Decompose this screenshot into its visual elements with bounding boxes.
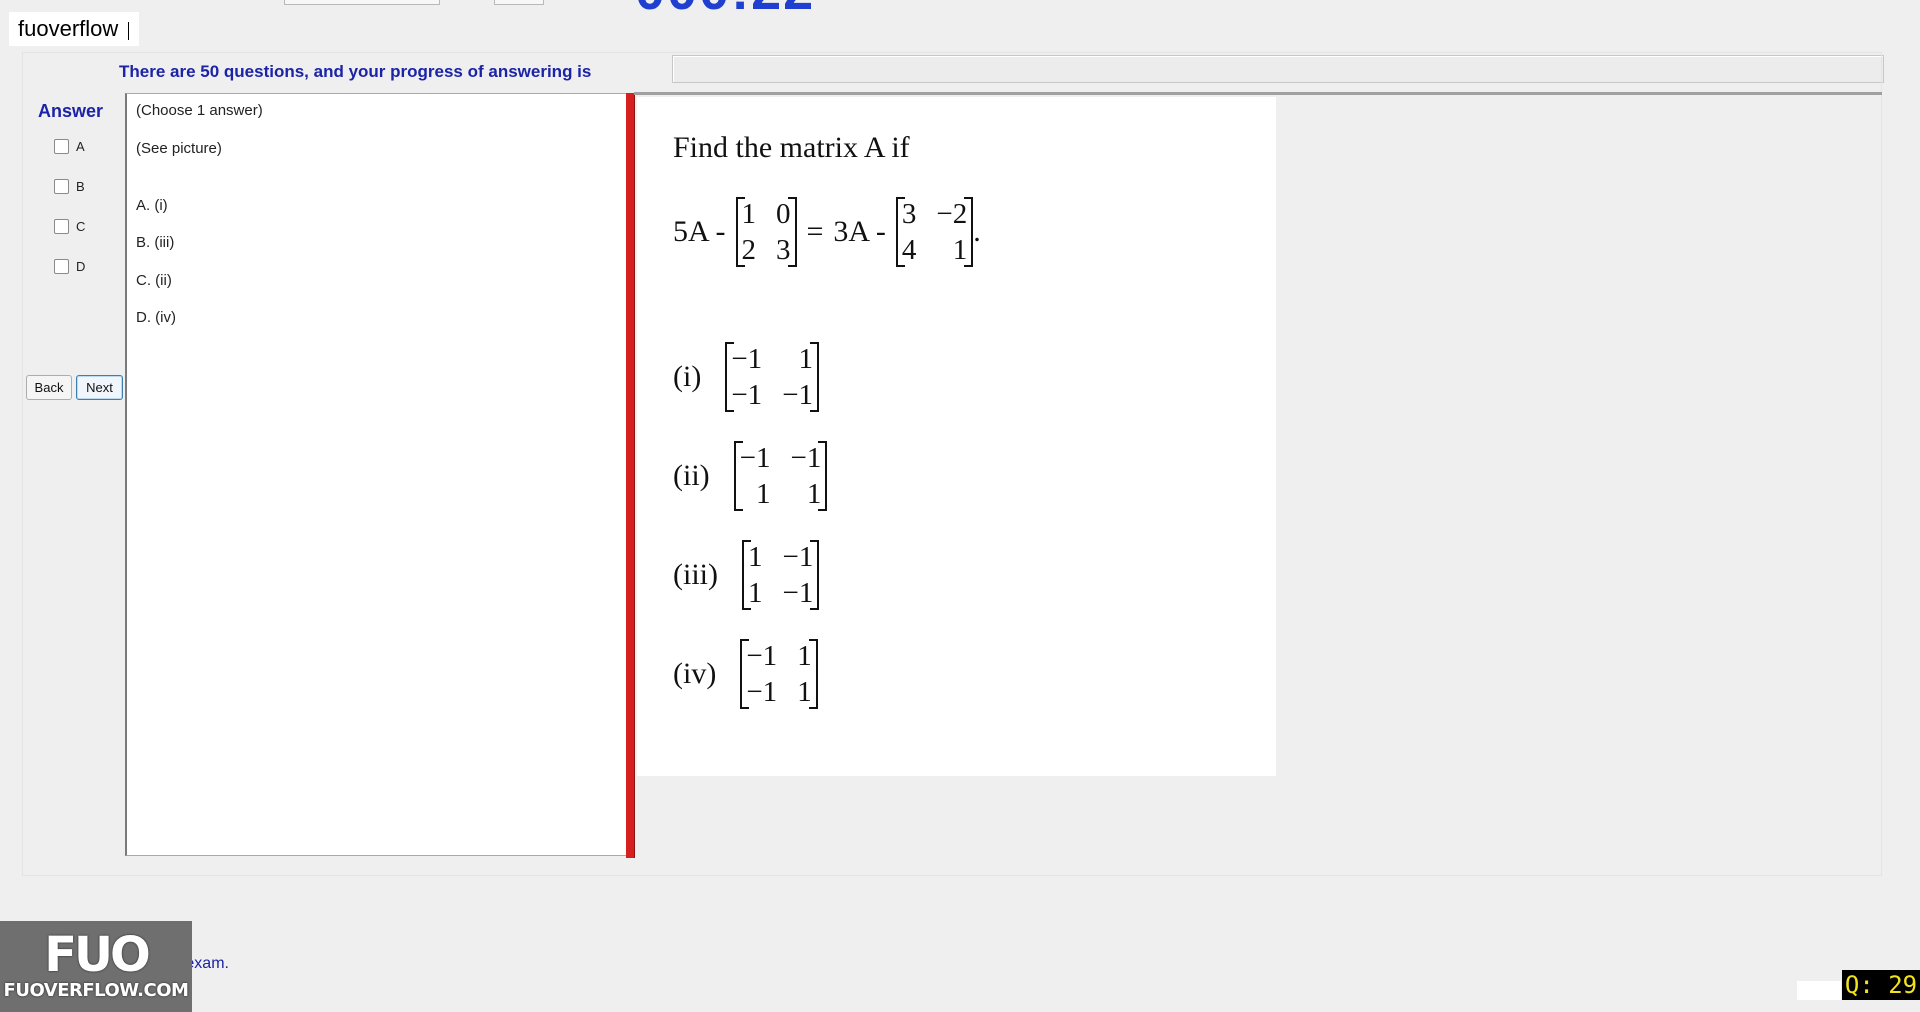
answer-option-c[interactable]: C — [54, 218, 85, 238]
panel-splitter[interactable] — [626, 93, 635, 858]
fuo-logo: FUO FUOVERFLOW.COM — [0, 921, 192, 1012]
question-option-ii: (ii) −1 −1 11 — [673, 440, 828, 512]
question-counter: Q: 29 — [1842, 970, 1920, 1000]
checkbox-c[interactable] — [54, 219, 69, 235]
equals-sign: = — [806, 215, 824, 248]
question-option-iv: (iv) −1 1 −1 1 — [673, 638, 819, 710]
logo-small-text: FUOVERFLOW.COM — [3, 980, 189, 1001]
option-matrix: −1 1 −1 1 — [740, 638, 819, 710]
answer-title: Answer — [38, 101, 104, 121]
equation-end: . — [973, 215, 981, 248]
logo-big-text: FUO — [44, 927, 151, 983]
option-matrix: 1 −1 1 −1 — [742, 539, 820, 611]
text-caret — [128, 22, 130, 40]
top-dropdown[interactable] — [284, 0, 440, 5]
question-title: Find the matrix A if — [673, 131, 910, 164]
choice-item: C. (ii) — [136, 272, 172, 289]
equation-rhs-matrix: 3 −2 41 — [895, 196, 974, 268]
answer-option-d[interactable]: D — [54, 258, 85, 278]
brand-watermark: fuoverflow — [9, 12, 140, 46]
question-option-i: (i) −1 1 −1 −1 — [673, 341, 819, 413]
equation-rhs-prefix: 3A - — [833, 215, 886, 248]
exam-timer: 000:22 — [635, 0, 815, 22]
choose-instruction: (Choose 1 answer) — [136, 102, 263, 119]
question-top-border — [634, 92, 1882, 95]
answer-option-b[interactable]: B — [54, 178, 85, 198]
question-equation: 5A - 10 23 = 3A - 3 −2 41 . — [673, 197, 981, 267]
choice-item: D. (iv) — [136, 309, 176, 326]
option-matrix: −1 1 −1 −1 — [725, 341, 819, 413]
checkbox-d[interactable] — [54, 259, 69, 275]
answer-option-a[interactable]: A — [54, 138, 85, 158]
equation-lhs-prefix: 5A - — [673, 215, 726, 248]
see-picture-note: (See picture) — [136, 140, 222, 157]
top-small-control[interactable] — [494, 0, 544, 5]
choice-item: B. (iii) — [136, 234, 175, 251]
back-button[interactable]: Back — [26, 375, 72, 400]
next-button[interactable]: Next — [76, 375, 123, 400]
question-image: Find the matrix A if 5A - 10 23 = 3A - 3… — [637, 97, 1276, 776]
checkbox-a[interactable] — [54, 139, 69, 155]
question-option-iii: (iii) 1 −1 1 −1 — [673, 539, 820, 611]
equation-lhs-matrix: 10 23 — [735, 196, 797, 268]
choices-box: (Choose 1 answer) (See picture) A. (i) B… — [125, 93, 629, 856]
option-matrix: −1 −1 11 — [733, 440, 828, 512]
counter-tab — [1797, 981, 1841, 1000]
checkbox-b[interactable] — [54, 179, 69, 195]
choice-item: A. (i) — [136, 197, 168, 214]
